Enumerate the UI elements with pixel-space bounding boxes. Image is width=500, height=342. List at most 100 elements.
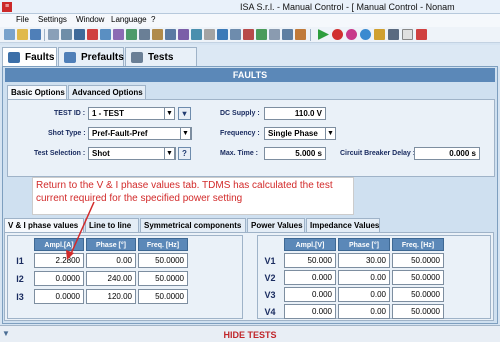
tab-advanced-options[interactable]: Advanced Options	[68, 85, 146, 99]
prefaults-icon	[64, 52, 76, 63]
test-id-dropdown-button[interactable]: ▾	[178, 107, 191, 120]
cell-v3-phase[interactable]: 0.00	[338, 287, 390, 302]
max-time-label: Max. Time :	[220, 150, 258, 157]
database-icon[interactable]	[178, 29, 189, 40]
row-label: I1	[16, 256, 24, 266]
open-icon[interactable]	[17, 29, 28, 40]
hide-tests-bar[interactable]: ▼ HIDE TESTS	[0, 325, 500, 342]
chart-icon[interactable]	[152, 29, 163, 40]
tab-impedance-values[interactable]: Impedance Values	[306, 218, 380, 232]
cell-v4-amplitude[interactable]: 0.000	[284, 304, 336, 319]
hide-tests-button[interactable]: HIDE TESTS	[0, 330, 500, 340]
menu-file[interactable]: File	[16, 15, 29, 24]
check-icon[interactable]	[256, 29, 267, 40]
connect-icon[interactable]	[100, 29, 111, 40]
tab-vi-phase-values[interactable]: V & I phase values	[4, 218, 84, 232]
row-label: V2	[264, 273, 276, 283]
cell-i1-amplitude[interactable]: 2.2800	[34, 253, 84, 268]
cell-v3-frequency[interactable]: 50.0000	[392, 287, 444, 302]
cell-v2-phase[interactable]: 0.00	[338, 270, 390, 285]
menu-window[interactable]: Window	[76, 15, 104, 24]
grid-icon[interactable]	[139, 29, 150, 40]
cb-delay-field[interactable]: 0.000 s	[414, 147, 480, 160]
scope-icon[interactable]	[388, 29, 399, 40]
max-time-field[interactable]: 5.000 s	[264, 147, 326, 160]
tab-prefaults[interactable]: Prefaults	[58, 47, 124, 67]
chevron-down-icon[interactable]: ▼	[180, 127, 191, 140]
view-icon[interactable]	[282, 29, 293, 40]
tab-label: Prefaults	[81, 52, 124, 63]
tests-table-icon	[131, 52, 143, 63]
new-icon[interactable]	[4, 29, 15, 40]
cell-i2-amplitude[interactable]: 0.0000	[34, 271, 84, 286]
tab-power-values[interactable]: Power Values	[247, 218, 305, 232]
cell-v1-frequency[interactable]: 50.0000	[392, 253, 444, 268]
tab-line-to-line[interactable]: Line to line	[85, 218, 139, 232]
meter-icon[interactable]	[126, 29, 137, 40]
list-icon[interactable]	[204, 29, 215, 40]
blank-icon[interactable]	[402, 29, 413, 40]
cell-i3-amplitude[interactable]: 0.0000	[34, 289, 84, 304]
tab-label: Faults	[25, 52, 55, 63]
window-title: ISA S.r.l. - Manual Control - [ Manual C…	[240, 2, 455, 12]
zoom-icon[interactable]	[230, 29, 241, 40]
info-icon[interactable]	[217, 29, 228, 40]
cell-i1-phase[interactable]: 0.00	[86, 253, 136, 268]
cell-v2-frequency[interactable]: 50.0000	[392, 270, 444, 285]
cell-v4-phase[interactable]: 0.00	[338, 304, 390, 319]
settings-icon[interactable]	[61, 29, 72, 40]
cell-i3-frequency[interactable]: 50.0000	[138, 289, 188, 304]
alarm-icon[interactable]	[87, 29, 98, 40]
toolbar	[0, 27, 500, 43]
row-label: I2	[16, 274, 24, 284]
test-id-label: TEST ID :	[54, 110, 86, 117]
menu-help[interactable]: ?	[151, 15, 155, 24]
play-icon[interactable]	[318, 29, 329, 40]
tab-tests-table[interactable]: Tests Table	[125, 47, 197, 82]
menu-settings[interactable]: Settings	[38, 15, 67, 24]
cell-i2-frequency[interactable]: 50.0000	[138, 271, 188, 286]
refresh-icon[interactable]	[360, 29, 371, 40]
row-label: V4	[264, 307, 276, 317]
cell-v2-amplitude[interactable]: 0.000	[284, 270, 336, 285]
cell-i3-phase[interactable]: 120.00	[86, 289, 136, 304]
stop-icon[interactable]	[332, 29, 343, 40]
print-icon[interactable]	[48, 29, 59, 40]
chevron-down-icon[interactable]: ▼	[164, 147, 175, 160]
menu-language[interactable]: Language	[111, 15, 147, 24]
warning-icon[interactable]	[295, 29, 306, 40]
chevron-down-icon[interactable]: ▼	[164, 107, 175, 120]
cell-i1-frequency[interactable]: 50.0000	[138, 253, 188, 268]
pause-icon[interactable]	[346, 29, 357, 40]
dc-supply-field[interactable]: 110.0 V	[264, 107, 326, 120]
help-button[interactable]: ?	[178, 147, 191, 160]
window-icon[interactable]	[165, 29, 176, 40]
shot-type-label: Shot Type :	[48, 130, 86, 137]
cell-v1-phase[interactable]: 30.00	[338, 253, 390, 268]
export-icon[interactable]	[191, 29, 202, 40]
tab-faults[interactable]: Faults	[2, 47, 57, 67]
exit-icon[interactable]	[416, 29, 427, 40]
record-icon[interactable]	[243, 29, 254, 40]
cell-v1-amplitude[interactable]: 50.000	[284, 253, 336, 268]
voltage-amplitude-header: Ampl.[V]	[284, 238, 336, 251]
cell-v4-frequency[interactable]: 50.0000	[392, 304, 444, 319]
annotation-callout: Return to the V & I phase values tab. TD…	[32, 177, 354, 215]
cell-i2-phase[interactable]: 240.00	[86, 271, 136, 286]
test-id-select[interactable]: 1 - TEST	[88, 107, 174, 120]
faults-icon	[8, 52, 20, 63]
phase-values-area: Ampl.[A] Phase [°] Freq. [Hz] I1 2.2800 …	[4, 232, 494, 321]
shot-type-select[interactable]: Pref-Fault-Pref	[88, 127, 192, 140]
config-icon[interactable]	[269, 29, 280, 40]
lightning-icon[interactable]	[374, 29, 385, 40]
tools-icon[interactable]	[113, 29, 124, 40]
chevron-down-icon[interactable]: ▼	[325, 127, 336, 140]
save-icon[interactable]	[30, 29, 41, 40]
toolbar-divider	[44, 29, 45, 41]
cell-v3-amplitude[interactable]: 0.000	[284, 287, 336, 302]
tab-symmetrical-components[interactable]: Symmetrical components	[140, 218, 246, 232]
report-icon[interactable]	[74, 29, 85, 40]
tab-basic-options[interactable]: Basic Options	[7, 85, 67, 99]
current-frequency-header: Freq. [Hz]	[138, 238, 188, 251]
test-selection-select[interactable]: Shot	[88, 147, 176, 160]
